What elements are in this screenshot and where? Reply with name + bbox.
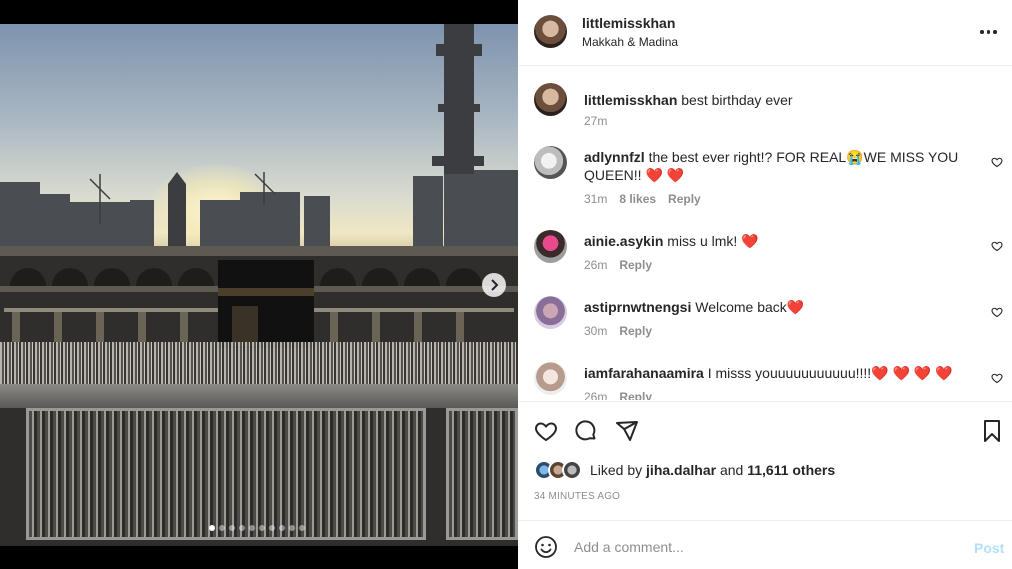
caption-text: best birthday ever [681, 92, 793, 108]
avatar [562, 460, 582, 480]
heart-icon[interactable] [991, 306, 1003, 318]
caption-age: 27m [584, 114, 608, 128]
heart-icon[interactable] [991, 156, 1003, 168]
avatar[interactable] [534, 83, 567, 116]
comment-age: 26m [584, 258, 608, 272]
comment-age: 30m [584, 324, 608, 338]
carousel-dot [219, 525, 225, 531]
avatar[interactable] [534, 296, 567, 329]
reply-button[interactable]: Reply [619, 324, 652, 338]
caption-username[interactable]: littlemisskhan [584, 92, 677, 108]
carousel-dot [299, 525, 305, 531]
carousel-dot [229, 525, 235, 531]
more-options-button[interactable] [980, 26, 1000, 38]
more-icon [980, 30, 984, 34]
avatar[interactable] [534, 146, 567, 179]
comment-username[interactable]: iamfarahanaamira [584, 365, 704, 381]
likes-and: and [719, 462, 744, 478]
post-actions [518, 401, 1012, 457]
emoji-icon[interactable] [534, 535, 558, 559]
add-comment-bar: Post [518, 520, 1012, 569]
post-media [0, 0, 518, 569]
carousel-next-button[interactable] [482, 273, 506, 297]
carousel-dot [259, 525, 265, 531]
comment-input[interactable] [574, 533, 954, 561]
comment-username[interactable]: ainie.asykin [584, 233, 663, 249]
post-photo [0, 24, 518, 546]
heart-icon[interactable] [991, 240, 1003, 252]
liked-by-user[interactable]: jiha.dalhar [646, 462, 716, 478]
heart-icon[interactable] [991, 372, 1003, 384]
post-header: littlemisskhan Makkah & Madina [518, 0, 1012, 66]
carousel-dot [209, 525, 215, 531]
author-username[interactable]: littlemisskhan [582, 15, 675, 31]
avatar[interactable] [534, 230, 567, 263]
carousel-dot [269, 525, 275, 531]
carousel-dot [289, 525, 295, 531]
comment-age: 26m [584, 390, 608, 400]
comments-list[interactable]: littlemisskhan best birthday ever 27m ad… [518, 67, 1012, 400]
heart-icon[interactable] [534, 419, 558, 443]
post-dialog: littlemisskhan Makkah & Madina littlemis… [0, 0, 1012, 569]
comment-age: 31m [584, 192, 608, 206]
comment-text: I misss youuuuuuuuuuu!!!!❤️ ❤️ ❤️ ❤️ [707, 365, 953, 381]
comment-text: miss u lmk! ❤️ [667, 233, 759, 249]
post-comment-button[interactable]: Post [974, 540, 1004, 556]
post-location[interactable]: Makkah & Madina [582, 35, 678, 49]
carousel-indicator [209, 525, 305, 531]
post-details-panel: littlemisskhan Makkah & Madina littlemis… [518, 0, 1012, 569]
likes-summary: Liked by jiha.dalhar and 11,611 others [534, 459, 835, 481]
share-icon[interactable] [615, 419, 639, 443]
reply-button[interactable]: Reply [668, 192, 701, 206]
reply-button[interactable]: Reply [619, 258, 652, 272]
likes-prefix: Liked by [590, 462, 643, 478]
reply-button[interactable]: Reply [619, 390, 652, 400]
comment-icon[interactable] [574, 419, 598, 443]
carousel-dot [279, 525, 285, 531]
comment-username[interactable]: adlynnfzl [584, 149, 645, 165]
avatar[interactable] [534, 362, 567, 395]
comment-username[interactable]: astiprnwtnengsi [584, 299, 691, 315]
likes-count-button[interactable]: 11,611 others [747, 462, 835, 478]
comment-likes-button[interactable]: 8 likes [619, 192, 656, 206]
post-timestamp[interactable]: 34 MINUTES AGO [534, 491, 620, 502]
comment-text: Welcome back❤️ [695, 299, 805, 315]
carousel-dot [249, 525, 255, 531]
chevron-right-icon [491, 279, 499, 291]
carousel-dot [239, 525, 245, 531]
avatar[interactable] [534, 15, 567, 48]
bookmark-icon[interactable] [980, 419, 1004, 443]
